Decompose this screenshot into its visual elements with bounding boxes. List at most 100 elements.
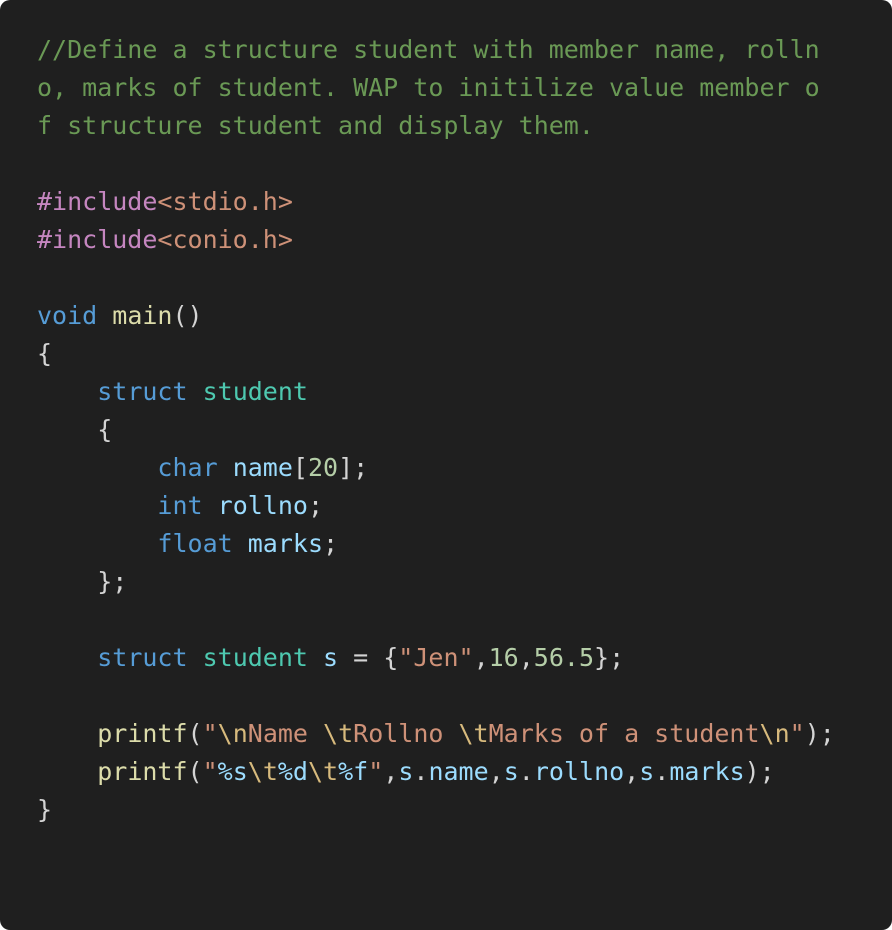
code-token-var: marks (669, 757, 745, 786)
code-token-string: " (202, 719, 218, 748)
code-token-plain: ( (187, 757, 203, 786)
code-token-number: 16 (488, 643, 519, 672)
code-line: o, marks of student. WAP to initilize va… (37, 69, 892, 107)
code-token-var: s (398, 757, 414, 786)
code-token-type: student (202, 643, 308, 672)
code-token-plain: ); (804, 719, 835, 748)
code-token-number: 20 (307, 453, 339, 482)
code-line: float marks; (37, 525, 892, 563)
code-token-plain: }; (37, 567, 128, 596)
code-token-plain: , (488, 757, 504, 786)
code-lines: //Define a structure student with member… (37, 31, 892, 829)
code-token-plain: ; (323, 529, 339, 558)
code-line: { (37, 335, 892, 373)
code-token-escape: \t (307, 757, 339, 786)
code-token-var: name (232, 453, 293, 482)
code-token-plain: () (172, 301, 203, 330)
code-token-string: Marks of a student (488, 719, 760, 748)
code-token-keyword: void (37, 301, 98, 330)
code-token-preproc: #include (37, 187, 158, 216)
code-token-var: name (428, 757, 489, 786)
code-token-var: rollno (217, 491, 308, 520)
code-token-plain: ); (744, 757, 775, 786)
code-token-plain: [ (292, 453, 308, 482)
code-token-plain: , (624, 757, 640, 786)
code-token-func: printf (97, 719, 188, 748)
code-token-comment: //Define a structure student with member… (37, 35, 820, 64)
code-token-var: marks (247, 529, 324, 558)
code-token-plain: ( (187, 719, 203, 748)
code-token-comment: f structure student and display them. (37, 111, 594, 140)
code-token-plain: }; (594, 643, 625, 672)
code-token-keyword: float (157, 529, 233, 558)
code-token-escape: \t (458, 719, 489, 748)
code-token-string: Rollno (353, 719, 459, 748)
code-token-plain: , (383, 757, 399, 786)
code-token-escape: \t (323, 719, 354, 748)
code-token-number: 56.5 (533, 643, 595, 672)
code-token-plain: ]; (338, 453, 369, 482)
code-token-plain: . (413, 757, 429, 786)
code-token-func: main (112, 301, 173, 330)
code-token-string: " (202, 757, 218, 786)
code-line: int rollno; (37, 487, 892, 525)
code-token-keyword: struct (97, 643, 188, 672)
code-token-string: "Jen" (398, 643, 474, 672)
code-line: struct student s = {"Jen",16,56.5}; (37, 639, 892, 677)
code-block: //Define a structure student with member… (0, 0, 892, 930)
code-token-plain: ; (307, 491, 324, 520)
code-line: //Define a structure student with member… (37, 31, 892, 69)
code-line: f structure student and display them. (37, 107, 892, 145)
code-token-var: s (639, 757, 655, 786)
code-token-var: rollno (533, 757, 625, 786)
code-token-escape: \t (247, 757, 278, 786)
code-token-plain: { (37, 339, 53, 368)
code-token-string: <conio.h> (157, 225, 293, 254)
code-token-var: s (323, 643, 339, 672)
code-line: char name[20]; (37, 449, 892, 487)
code-token-string: " (368, 757, 384, 786)
code-token-string: " (789, 719, 805, 748)
code-line: #include<conio.h> (37, 221, 892, 259)
code-line: printf("\nName \tRollno \tMarks of a stu… (37, 715, 892, 753)
code-token-var: %f (338, 757, 369, 786)
code-token-escape: \n (217, 719, 248, 748)
code-token-plain: . (654, 757, 670, 786)
code-line: } (37, 791, 892, 829)
code-token-plain: = { (338, 643, 399, 672)
code-line: void main() (37, 297, 892, 335)
code-line: printf("%s\t%d\t%f",s.name,s.rollno,s.ma… (37, 753, 892, 791)
code-line: }; (37, 563, 892, 601)
code-token-string: Name (247, 719, 324, 748)
code-token-escape: \n (759, 719, 790, 748)
code-line: #include<stdio.h> (37, 183, 892, 221)
code-line: struct student (37, 373, 892, 411)
code-token-preproc: #include (37, 225, 158, 254)
code-token-string: <stdio.h> (157, 187, 293, 216)
code-token-plain: { (37, 415, 113, 444)
code-token-func: printf (97, 757, 188, 786)
code-token-plain: , (518, 643, 534, 672)
code-token-var: s (503, 757, 519, 786)
code-token-plain: . (518, 757, 534, 786)
code-token-keyword: char (157, 453, 218, 482)
code-token-keyword: struct (97, 377, 188, 406)
